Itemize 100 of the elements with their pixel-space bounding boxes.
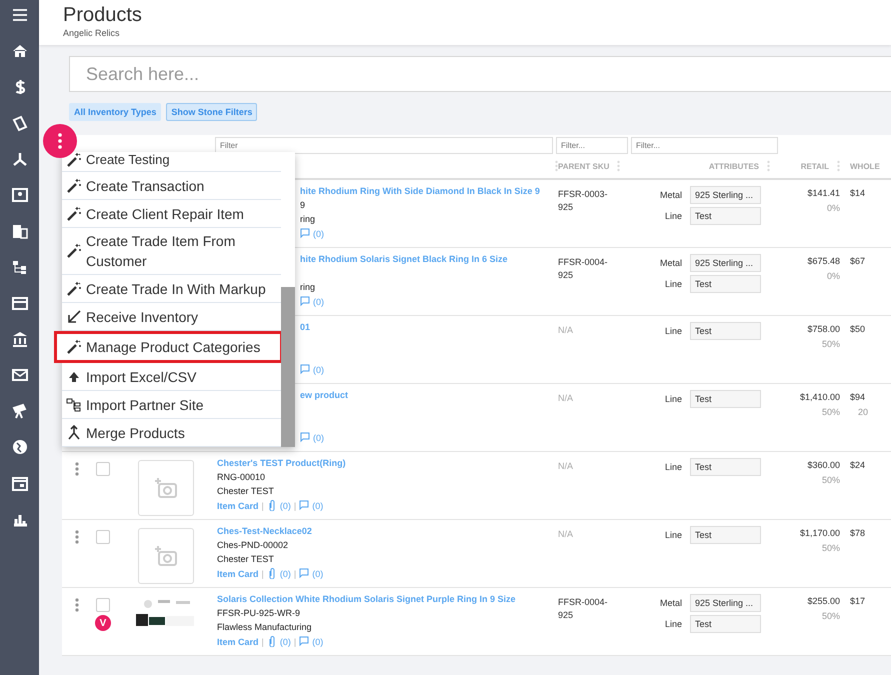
search-field[interactable]: Search here... (69, 56, 891, 92)
calendar-icon[interactable] (10, 474, 28, 492)
attribute-value-field[interactable]: Test (690, 526, 761, 544)
attachment-count: (0) (280, 636, 291, 646)
menu-item[interactable]: Import Excel/CSV (62, 363, 281, 391)
attribute-value-field[interactable]: 925 Sterling ... (690, 186, 761, 204)
comment-icon[interactable] (300, 432, 310, 443)
separator: | (294, 568, 296, 578)
column-resize-handle[interactable] (617, 160, 620, 172)
wholesale-price: $94 (850, 392, 866, 402)
attribute-label: Line (664, 619, 682, 629)
more-options-icon[interactable] (75, 462, 79, 476)
menu-item[interactable]: Create Transaction (62, 172, 281, 200)
page-title: Products (63, 4, 142, 27)
column-resize-handle[interactable] (555, 160, 558, 172)
magic-wand-icon (66, 280, 82, 296)
comment-count: (0) (313, 296, 324, 306)
menu-icon[interactable] (10, 6, 28, 24)
building-icon[interactable] (10, 222, 28, 240)
menu-item[interactable]: Create Testing (62, 152, 281, 172)
wholesale-price: $14 (850, 188, 866, 198)
comment-icon[interactable] (299, 568, 310, 579)
retail-price: $758.00 (807, 324, 840, 334)
product-photo[interactable] (136, 598, 194, 628)
row-checkbox[interactable] (96, 530, 110, 544)
separator: | (262, 568, 264, 578)
attribute-value-field[interactable]: Test (690, 458, 761, 476)
comment-icon[interactable] (300, 228, 310, 239)
menu-item[interactable]: Create Trade Item From Customer (62, 228, 281, 275)
retail-price: $675.48 (807, 256, 840, 266)
menu-item[interactable]: Create Trade In With Markup (62, 275, 281, 303)
parent-sku: N/A (558, 324, 574, 337)
column-resize-handle[interactable] (767, 160, 770, 172)
attribute-value-field[interactable]: 925 Sterling ... (690, 254, 761, 272)
home-icon[interactable] (10, 42, 28, 60)
row-checkbox[interactable] (96, 598, 110, 612)
store-name: Angelic Relics (63, 28, 120, 38)
column-filter-field[interactable]: Filter... (631, 137, 778, 154)
retail-markup: 50% (822, 543, 840, 553)
attribute-label: Metal (658, 598, 682, 608)
comment-count: (0) (312, 500, 324, 510)
menu-item[interactable]: Import Partner Site (62, 391, 281, 419)
row-checkbox[interactable] (96, 462, 110, 476)
retail-price: $255.00 (807, 596, 840, 606)
column-resize-handle[interactable] (837, 160, 840, 172)
comment-count: (0) (312, 568, 324, 578)
wholesale-price: $50 (850, 324, 866, 334)
attribute-label: Line (664, 530, 682, 540)
scrollbar-thumb[interactable] (281, 287, 295, 447)
product-sku: Ches-PND-00002 (217, 540, 288, 550)
more-options-icon[interactable] (75, 530, 79, 544)
mail-icon[interactable] (10, 366, 28, 384)
telescope-icon[interactable] (10, 402, 28, 420)
magic-wand-icon (66, 339, 82, 355)
comment-icon[interactable] (300, 364, 310, 375)
comment-count: (0) (313, 432, 324, 442)
wholesale-price: $17 (850, 596, 866, 606)
image-placeholder[interactable] (138, 460, 194, 516)
attachment-count: (0) (280, 500, 291, 510)
menu-item[interactable]: Merge Products (62, 419, 281, 447)
paperclip-icon[interactable] (266, 568, 277, 579)
column-filter-field[interactable]: Filter (215, 137, 553, 154)
product-sku: FFSR-PU-925-WR-9 (217, 608, 300, 618)
vendor-name: Chester TEST (217, 554, 274, 564)
attribute-value-field[interactable]: Test (690, 275, 761, 293)
attribute-value-field[interactable]: Test (690, 207, 761, 225)
store-icon[interactable] (10, 294, 28, 312)
attribute-value-field[interactable]: 925 Sterling ... (690, 594, 761, 612)
paperclip-icon[interactable] (266, 500, 277, 511)
separator: | (294, 636, 296, 646)
retail-markup: 0% (826, 203, 840, 213)
comment-icon[interactable] (299, 500, 310, 511)
attribute-value-field[interactable]: Test (690, 615, 761, 633)
attribute-value-field[interactable]: Test (690, 322, 761, 340)
attribute-label: Metal (658, 190, 682, 200)
more-options-icon[interactable] (75, 598, 79, 612)
parent-sku: FFSR-0003-925 (558, 188, 608, 214)
comment-count: (0) (312, 636, 324, 646)
paperclip-icon[interactable] (266, 636, 277, 647)
menu-item[interactable]: Receive Inventory (62, 303, 281, 331)
attribute-value-field[interactable]: Test (690, 390, 761, 408)
comment-icon[interactable] (299, 636, 310, 647)
attribute-label: Line (664, 211, 682, 221)
actions-button[interactable] (43, 124, 77, 158)
wholesale-price: $24 (850, 460, 866, 470)
retail-price: $1,170.00 (800, 528, 840, 538)
sitemap-icon[interactable] (10, 258, 28, 276)
add-photo-icon (154, 476, 178, 500)
comment-icon[interactable] (300, 296, 310, 307)
menu-item[interactable]: Manage Product Categories (54, 331, 283, 363)
separator: | (294, 500, 296, 510)
column-filter-field[interactable]: Filter... (556, 137, 628, 154)
contact-card-icon[interactable] (10, 186, 28, 204)
bank-icon[interactable] (10, 330, 28, 348)
hierarchy-icon[interactable] (10, 150, 28, 168)
image-placeholder[interactable] (138, 528, 194, 584)
add-photo-icon (154, 544, 178, 568)
retail-markup: 0% (826, 271, 840, 281)
attribute-label: Metal (658, 258, 682, 268)
menu-item[interactable]: Create Client Repair Item (62, 200, 281, 228)
